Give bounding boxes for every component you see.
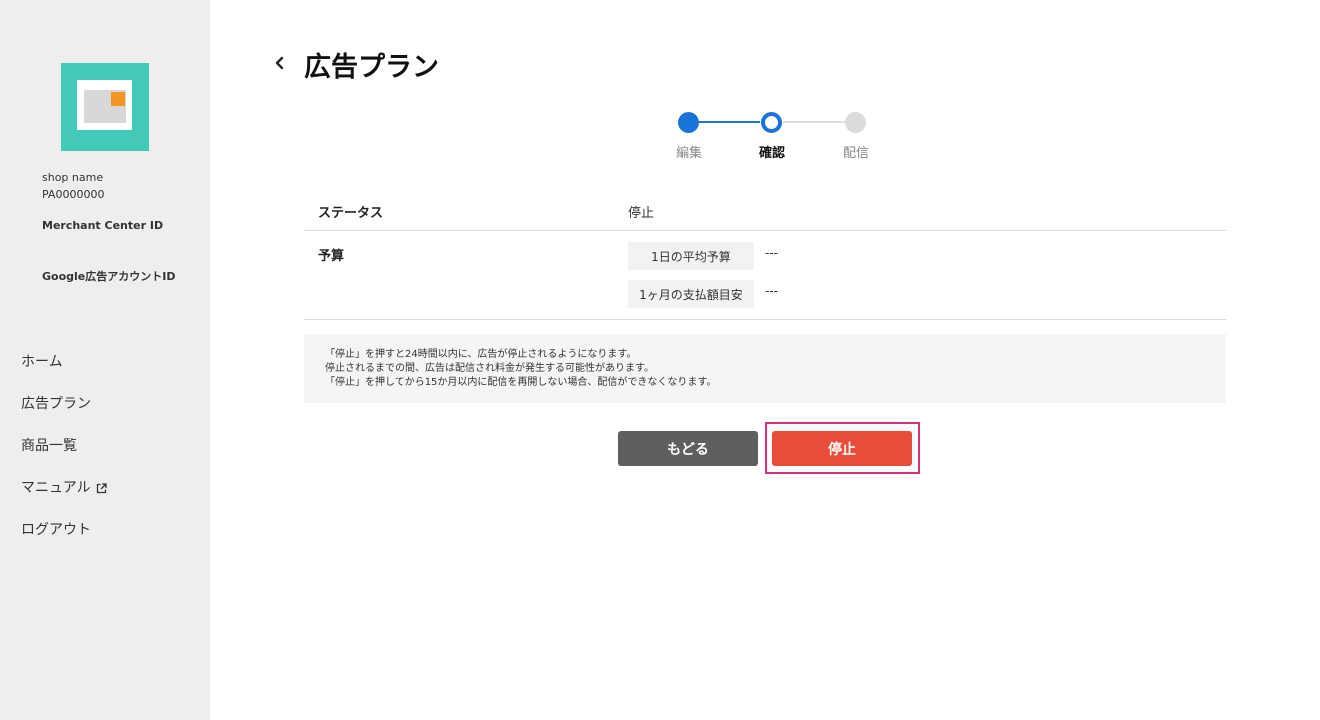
notice-line: 「停止」を押してから15か月以内に配信を再開しない場合、配信ができなくなります。: [325, 377, 717, 388]
monthly-budget-value: ---: [765, 284, 778, 298]
back-action-button[interactable]: もどる: [618, 431, 758, 466]
budget-label: 予算: [318, 249, 345, 264]
back-button[interactable]: [270, 52, 290, 74]
row-divider: [304, 319, 1226, 320]
sidebar-item-logout[interactable]: ログアウト: [21, 519, 91, 539]
row-divider: [304, 230, 1226, 231]
status-label: ステータス: [318, 206, 384, 221]
sidebar-item-label: 広告プラン: [21, 396, 91, 412]
page-title: 広告プラン: [304, 52, 439, 83]
step-connector-pending: [783, 121, 845, 123]
step-connector-done: [699, 121, 760, 123]
shop-name: shop name: [42, 171, 104, 184]
chevron-left-icon: [275, 56, 284, 70]
step-label-confirm: 確認: [758, 146, 785, 161]
sidebar-item-ad-plan[interactable]: 広告プラン: [21, 393, 91, 413]
sidebar-item-label: ホーム: [21, 354, 63, 370]
step-label-edit: 編集: [675, 146, 702, 161]
daily-budget-value: ---: [765, 246, 778, 260]
google-ads-account-id-label: Google広告アカウントID: [42, 270, 176, 283]
external-link-icon: [96, 482, 107, 493]
monthly-budget-label: 1ヶ月の支払額目安: [628, 280, 754, 308]
sidebar-item-label: ログアウト: [21, 522, 91, 538]
step-dot-confirm: [761, 112, 782, 133]
daily-budget-label: 1日の平均予算: [628, 242, 754, 270]
step-label-deliver: 配信: [842, 146, 869, 161]
step-dot-deliver: [845, 112, 866, 133]
stop-notice: 「停止」を押すと24時間以内に、広告が停止されるようになります。 停止されるまで…: [304, 334, 1226, 403]
shop-id: PA0000000: [42, 188, 105, 201]
sidebar-item-label: 商品一覧: [21, 438, 77, 454]
notice-line: 停止されるまでの間、広告は配信され料金が発生する可能性があります。: [325, 363, 654, 374]
notice-line: 「停止」を押すと24時間以内に、広告が停止されるようになります。: [325, 349, 637, 360]
step-dot-edit: [678, 112, 699, 133]
sidebar-item-home[interactable]: ホーム: [21, 351, 63, 371]
logo-accent-square: [111, 92, 125, 106]
sidebar-item-manual[interactable]: マニュアル: [21, 477, 107, 497]
status-value: 停止: [628, 206, 655, 221]
shop-logo: [61, 63, 149, 151]
sidebar-item-products[interactable]: 商品一覧: [21, 435, 77, 455]
sidebar: shop name PA0000000 Merchant Center ID G…: [0, 0, 210, 720]
sidebar-item-label: マニュアル: [21, 480, 91, 496]
stop-button[interactable]: 停止: [772, 431, 912, 466]
merchant-center-id-label: Merchant Center ID: [42, 219, 164, 232]
